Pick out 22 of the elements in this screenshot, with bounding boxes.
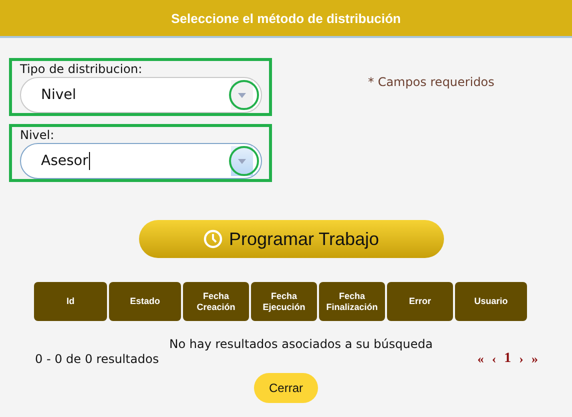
pagination-arrow-link[interactable]: ‹ (492, 351, 496, 367)
column-header: Usuario (455, 282, 527, 321)
column-header: Id (34, 282, 107, 321)
column-header: Fecha Finalización (319, 282, 385, 321)
column-header: Error (387, 282, 453, 321)
field-label: Nivel: (20, 128, 56, 143)
pagination-arrow-link[interactable]: › (519, 351, 524, 367)
results-summary: 0 - 0 de 0 resultados (35, 352, 159, 366)
schedule-button[interactable]: Programar Trabajo (138, 220, 444, 258)
pagination-arrow-link[interactable]: « (477, 351, 484, 367)
required-note: * Campos requeridos (368, 75, 494, 90)
dialog-title: Seleccione el método de distribución (171, 10, 401, 26)
close-button[interactable]: Cerrar (254, 373, 318, 403)
select-field[interactable]: Asesor (20, 143, 262, 179)
pagination-arrow-link[interactable]: » (532, 351, 538, 367)
field-label: Tipo de distribucion: (20, 62, 144, 77)
column-header: Estado (109, 282, 181, 321)
empty-message: No hay resultados asociados a su búsqueda (169, 337, 433, 351)
column-header: Fecha Ejecución (251, 282, 317, 321)
column-header: Fecha Creación (183, 282, 249, 321)
page-number-link[interactable]: 1 (504, 351, 512, 367)
select-field[interactable]: Nivel (20, 77, 262, 113)
